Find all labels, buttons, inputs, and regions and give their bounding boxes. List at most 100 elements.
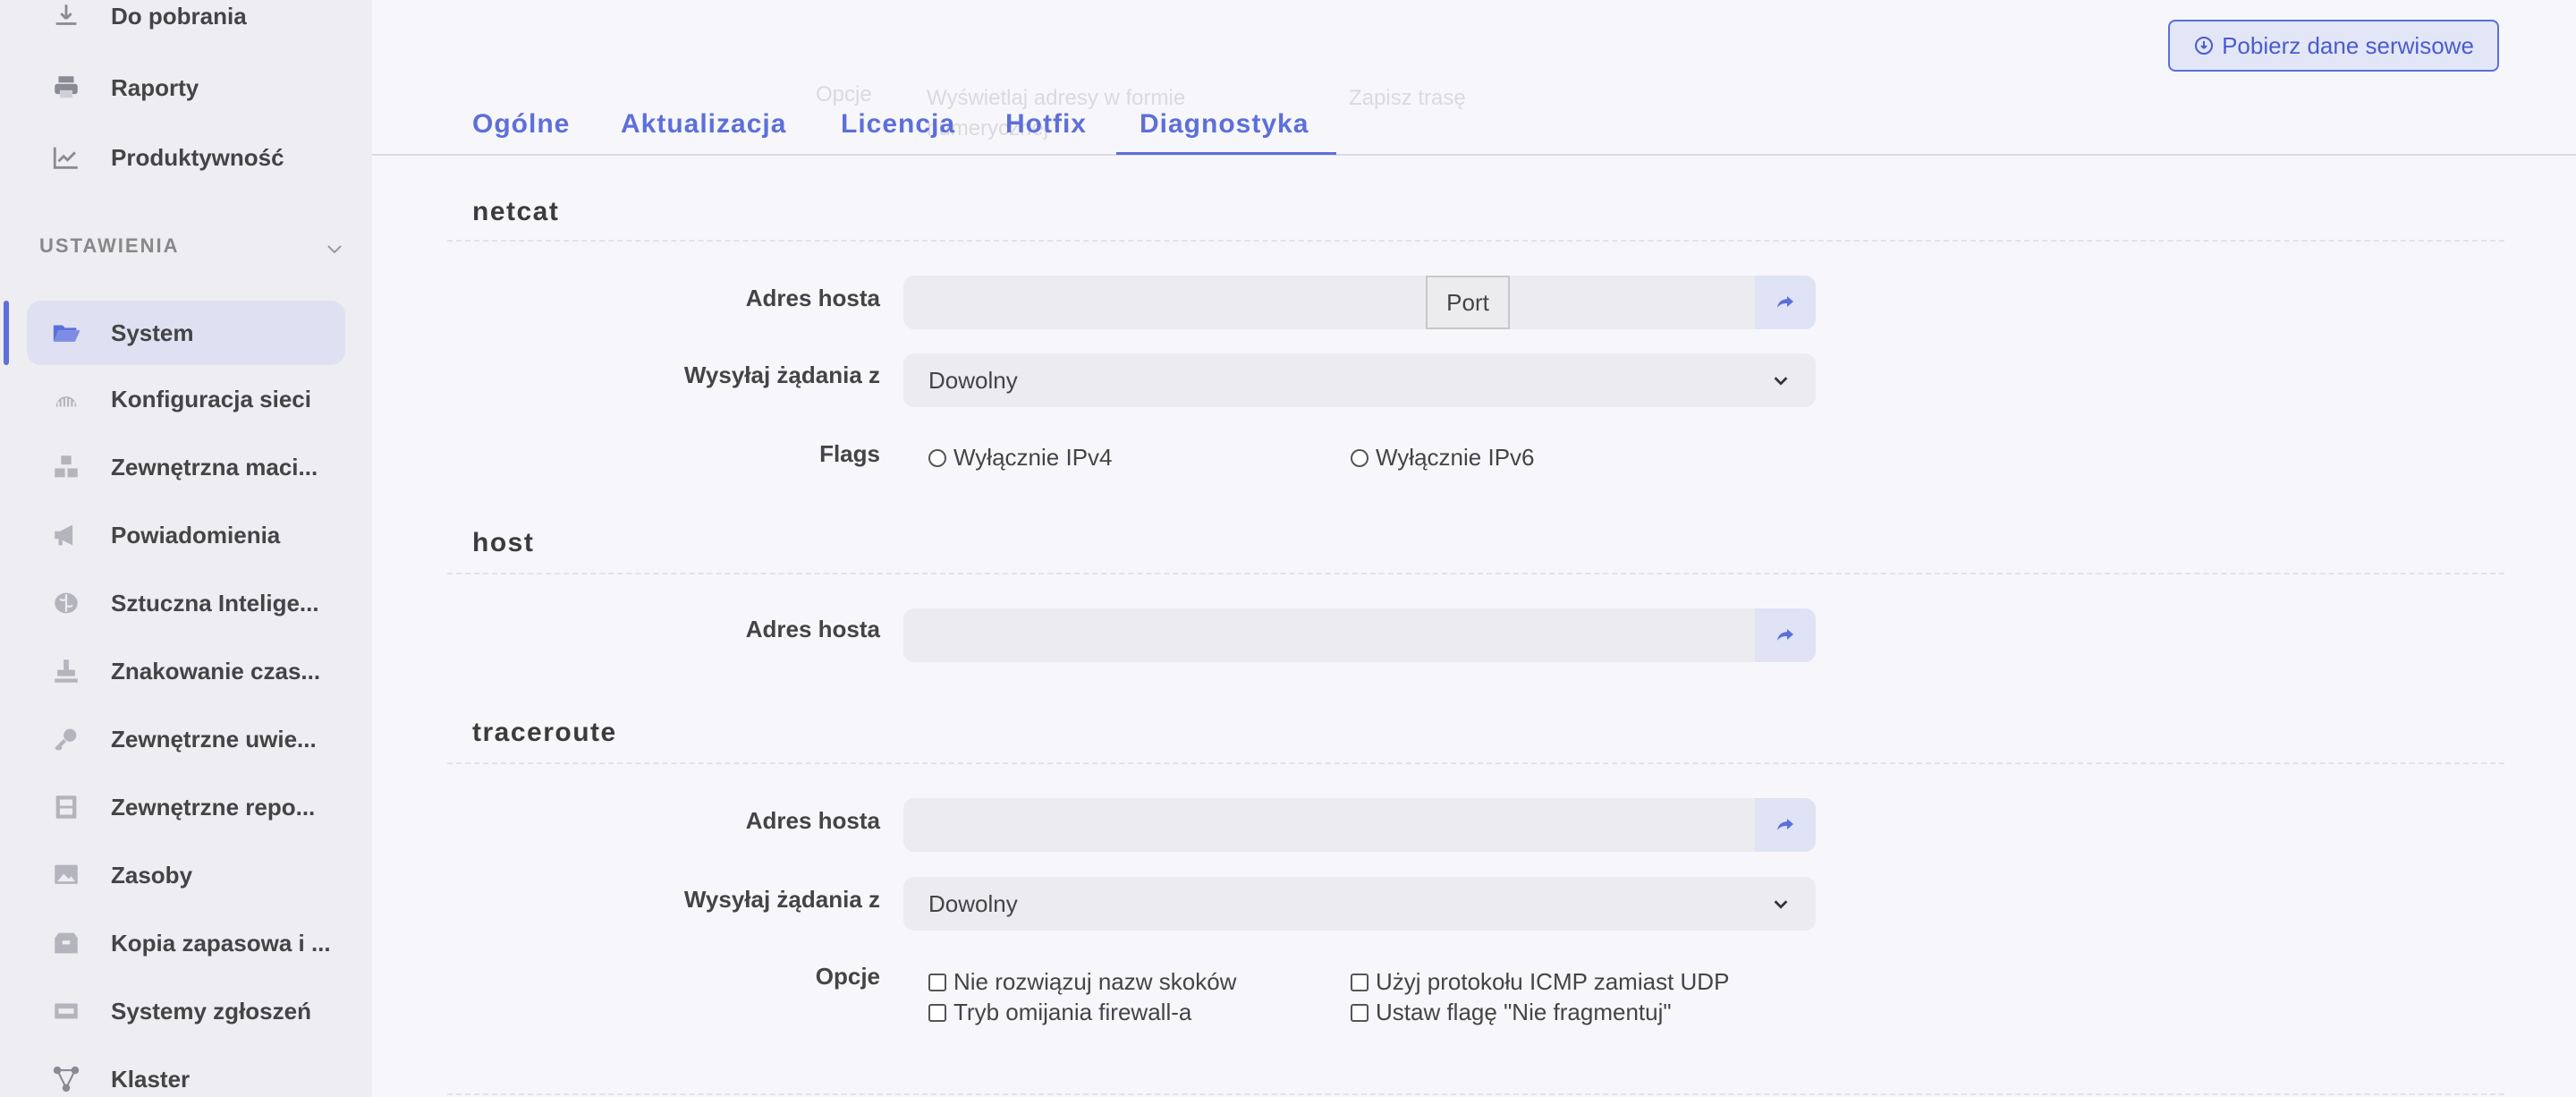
netcat-send-from-select[interactable]: Dowolny xyxy=(903,353,1816,407)
netcat-flag-ipv6-label: Wyłącznie IPv6 xyxy=(1376,444,1535,471)
traceroute-opt-dont-fragment[interactable]: Ustaw flagę "Nie fragmentuj" xyxy=(1351,999,1672,1026)
download-service-data-label: Pobierz dane serwisowe xyxy=(2222,31,2474,59)
radio-button[interactable] xyxy=(928,448,946,467)
traceroute-host-input[interactable] xyxy=(903,798,1816,852)
checkbox[interactable] xyxy=(1351,973,1368,991)
sidebar-item-label: Zewnętrzne repo... xyxy=(111,793,316,821)
active-indicator xyxy=(4,301,9,365)
traceroute-host-group xyxy=(903,798,1816,852)
sidebar-item-label: Sztuczna Intelige... xyxy=(111,589,319,617)
tab-license[interactable]: Licencja xyxy=(841,109,955,140)
active-tab-underline xyxy=(1116,152,1336,155)
sidebar-item-ticket-systems[interactable]: Systemy zgłoszeń xyxy=(27,979,345,1043)
sidebar-item-notifications[interactable]: Powiadomienia xyxy=(27,503,345,567)
netcat-port-label: Port xyxy=(1446,288,1489,316)
traceroute-opt-no-resolve-label: Nie rozwiązuj nazw skoków xyxy=(953,968,1237,995)
traceroute-send-from-label: Wysyłaj żądania z xyxy=(683,886,880,913)
netcat-port-field[interactable]: Port xyxy=(1426,276,1510,329)
section-title-host: host xyxy=(472,528,535,557)
netcat-send-from-value: Dowolny xyxy=(928,366,1018,394)
share-arrow-icon xyxy=(1773,625,1798,646)
sidebar-item-label: Znakowanie czas... xyxy=(111,657,321,685)
sidebar-item-timestamping[interactable]: Znakowanie czas... xyxy=(27,639,345,703)
sidebar-item-downloads[interactable]: Do pobrania xyxy=(27,0,345,48)
host-host-label: Adres hosta xyxy=(745,616,880,642)
sidebar-item-label: Raporty xyxy=(111,73,199,101)
host-host-input[interactable] xyxy=(903,608,1816,662)
traceroute-send-from-select[interactable]: Dowolny xyxy=(903,877,1816,931)
sidebar-item-label: Konfiguracja sieci xyxy=(111,385,311,412)
netcat-flag-ipv4[interactable]: Wyłącznie IPv4 xyxy=(928,444,1113,472)
archive-icon xyxy=(48,789,84,825)
sidebar-item-ai[interactable]: Sztuczna Intelige... xyxy=(27,571,345,635)
sidebar: Do pobrania Raporty Produktywność USTAWI… xyxy=(0,0,372,1097)
sidebar-section-settings: USTAWIENIA xyxy=(39,234,180,257)
section-title-netcat: netcat xyxy=(472,197,560,226)
divider xyxy=(447,1093,2504,1095)
download-service-data-button[interactable]: Pobierz dane serwisowe xyxy=(2168,20,2499,72)
printer-icon xyxy=(48,70,84,106)
netcat-host-input[interactable] xyxy=(903,276,1816,329)
traceroute-run-button[interactable] xyxy=(1755,798,1816,852)
checkbox[interactable] xyxy=(928,973,946,991)
divider xyxy=(447,240,2504,242)
sidebar-item-external-auth[interactable]: Zewnętrzne uwie... xyxy=(27,707,345,771)
sidebar-item-label: Zewnętrzna maci... xyxy=(111,453,318,480)
netcat-run-button[interactable] xyxy=(1755,276,1816,329)
traceroute-opt-icmp[interactable]: Użyj protokołu ICMP zamiast UDP xyxy=(1351,968,1729,996)
sidebar-item-system[interactable]: System xyxy=(27,301,345,365)
sidebar-item-label: Systemy zgłoszeń xyxy=(111,997,311,1025)
sidebar-item-external-repo[interactable]: Zewnętrzne repo... xyxy=(27,775,345,839)
divider xyxy=(447,573,2504,574)
sidebar-item-label: Zasoby xyxy=(111,861,193,889)
tab-general[interactable]: Ogólne xyxy=(472,109,570,140)
traceroute-opt-icmp-label: Użyj protokołu ICMP zamiast UDP xyxy=(1376,968,1730,995)
checkbox[interactable] xyxy=(928,1003,946,1022)
share-arrow-icon xyxy=(1773,814,1798,836)
sidebar-item-backup[interactable]: Kopia zapasowa i ... xyxy=(27,911,345,975)
checkbox[interactable] xyxy=(1351,1003,1368,1022)
sidebar-item-label: Powiadomienia xyxy=(111,521,281,548)
network-icon xyxy=(48,381,84,417)
divider xyxy=(447,762,2504,764)
chevron-down-icon[interactable] xyxy=(322,238,347,264)
sidebar-item-label: Do pobrania xyxy=(111,2,247,30)
megaphone-icon xyxy=(48,517,84,553)
chevron-down-icon xyxy=(1771,894,1791,914)
key-icon xyxy=(48,721,84,757)
section-title-traceroute: traceroute xyxy=(472,718,617,747)
chart-line-icon xyxy=(48,140,84,175)
sidebar-item-label: Zewnętrzne uwie... xyxy=(111,725,317,753)
sidebar-item-label: Produktywność xyxy=(111,143,284,171)
traceroute-opt-firewall[interactable]: Tryb omijania firewall-a xyxy=(928,999,1191,1026)
host-host-group xyxy=(903,608,1816,662)
host-run-button[interactable] xyxy=(1755,608,1816,662)
tab-hotfix[interactable]: Hotfix xyxy=(1005,109,1087,140)
sidebar-item-reports[interactable]: Raporty xyxy=(27,55,345,120)
netcat-flag-ipv4-label: Wyłącznie IPv4 xyxy=(953,444,1113,471)
traceroute-opt-no-resolve[interactable]: Nie rozwiązuj nazw skoków xyxy=(928,968,1236,996)
traceroute-send-from-value: Dowolny xyxy=(928,889,1018,917)
netcat-flags-label: Flags xyxy=(819,440,880,467)
traceroute-options-label: Opcje xyxy=(815,963,880,990)
download-circle-icon xyxy=(2193,35,2215,56)
sidebar-item-productivity[interactable]: Produktywność xyxy=(27,125,345,190)
sidebar-item-label: Kopia zapasowa i ... xyxy=(111,929,331,957)
traceroute-opt-dont-fragment-label: Ustaw flagę "Nie fragmentuj" xyxy=(1376,999,1672,1025)
netcat-send-from-label: Wysyłaj żądania z xyxy=(683,361,880,388)
netcat-host-label: Adres hosta xyxy=(745,285,880,311)
sidebar-item-external-machine[interactable]: Zewnętrzna maci... xyxy=(27,435,345,499)
radio-button[interactable] xyxy=(1351,448,1368,467)
ticket-icon xyxy=(48,993,84,1029)
image-icon xyxy=(48,857,84,893)
tab-update[interactable]: Aktualizacja xyxy=(621,109,786,140)
box-icon xyxy=(48,925,84,961)
tab-diagnostics[interactable]: Diagnostyka xyxy=(1140,109,1309,140)
sidebar-item-network[interactable]: Konfiguracja sieci xyxy=(27,367,345,431)
netcat-flag-ipv6[interactable]: Wyłącznie IPv6 xyxy=(1351,444,1535,472)
cluster-icon xyxy=(48,1061,84,1097)
share-arrow-icon xyxy=(1773,292,1798,313)
sidebar-item-resources[interactable]: Zasoby xyxy=(27,843,345,907)
main-content: Opcje Wyświetlaj adresy w formie numeryc… xyxy=(372,0,2576,1097)
sidebar-item-cluster[interactable]: Klaster xyxy=(27,1047,345,1097)
